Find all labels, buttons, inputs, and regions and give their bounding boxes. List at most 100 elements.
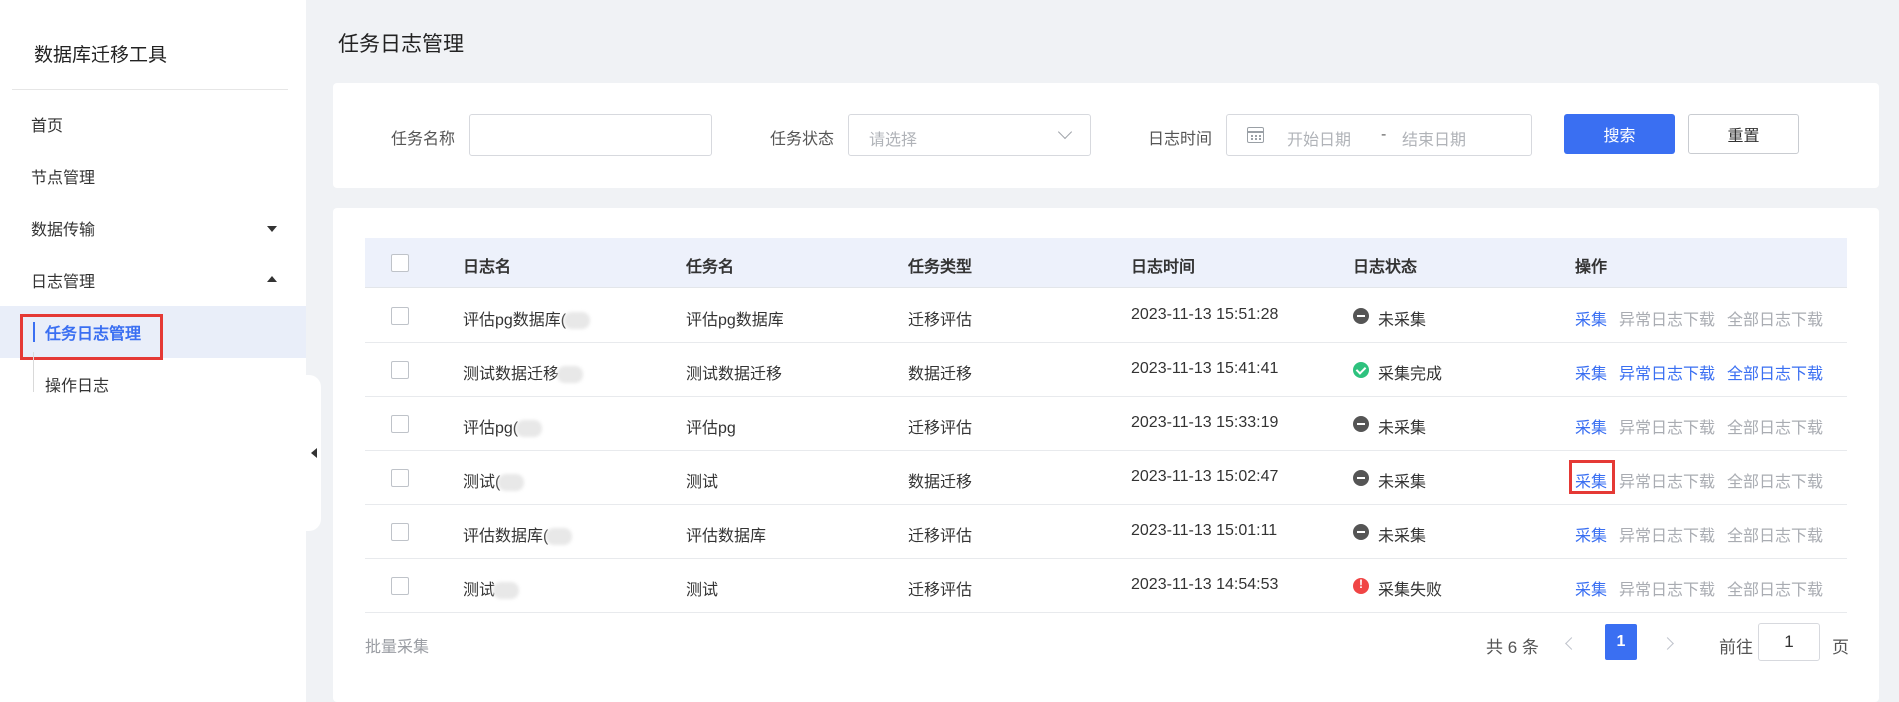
- collect-link[interactable]: 采集: [1575, 360, 1607, 384]
- header-log-name: 日志名: [463, 259, 512, 276]
- log-name-text: 测试数据迁移: [463, 366, 560, 383]
- collect-link[interactable]: 采集: [1575, 522, 1607, 546]
- status-pending-icon: [1353, 470, 1369, 486]
- all-log-download-link[interactable]: 全部日志下载: [1727, 576, 1823, 600]
- cell-log-status: 未采集: [1378, 312, 1427, 329]
- cell-log-time: 2023-11-13 15:51:28: [1131, 306, 1279, 323]
- cell-task-type: 迁移评估: [908, 582, 973, 599]
- end-date-input[interactable]: 结束日期: [1402, 126, 1466, 150]
- row-checkbox[interactable]: [391, 415, 409, 433]
- cell-log-status: 未采集: [1378, 528, 1427, 545]
- cell-log-name: 测试: [463, 576, 520, 600]
- sidebar-item-label: 首页: [31, 118, 64, 135]
- sidebar-item-log-management[interactable]: 日志管理: [0, 254, 306, 306]
- row-checkbox[interactable]: [391, 469, 409, 487]
- page-number-current[interactable]: 1: [1605, 624, 1637, 660]
- goto-page-input[interactable]: 1: [1758, 623, 1820, 661]
- cell-task-name: 测试: [686, 474, 719, 491]
- sidebar-item-home[interactable]: 首页: [0, 98, 306, 150]
- sidebar: 数据库迁移工具 首页 节点管理 数据传输 日志管理 任务日志管理 操作日志: [0, 0, 306, 702]
- cell-log-status: 未采集: [1378, 474, 1427, 491]
- log-name-text: 评估pg数据库(: [463, 312, 567, 329]
- cell-task-name: 评估pg数据库: [686, 312, 784, 329]
- error-log-download-link[interactable]: 异常日志下载: [1619, 414, 1715, 438]
- sidebar-item-label: 操作日志: [45, 378, 110, 395]
- cell-log-time: 2023-11-13 15:41:41: [1131, 360, 1279, 377]
- goto-label: 前往: [1719, 638, 1753, 657]
- redacted-text: [493, 582, 520, 600]
- search-button[interactable]: 搜索: [1564, 114, 1675, 154]
- collapse-left-icon: [311, 448, 317, 458]
- log-name-text: 测试(: [463, 474, 501, 491]
- error-log-download-link[interactable]: 异常日志下载: [1619, 522, 1715, 546]
- reset-button[interactable]: 重置: [1688, 114, 1799, 154]
- collect-link[interactable]: 采集: [1575, 414, 1607, 438]
- cell-log-time: 2023-11-13 14:54:53: [1131, 576, 1279, 593]
- chevron-down-icon: [1057, 124, 1073, 140]
- sidebar-item-nodes[interactable]: 节点管理: [0, 150, 306, 202]
- cell-task-name: 测试: [686, 582, 719, 599]
- sidebar-divider: [12, 89, 288, 90]
- error-log-download-link[interactable]: 异常日志下载: [1619, 360, 1715, 384]
- redacted-text: [546, 528, 573, 546]
- all-log-download-link[interactable]: 全部日志下载: [1727, 414, 1823, 438]
- table-row: 评估数据库(评估数据库 迁移评估 2023-11-13 15:01:11 未采集 采集异…: [365, 505, 1847, 559]
- next-page-icon[interactable]: [1658, 632, 1682, 656]
- all-log-download-link[interactable]: 全部日志下载: [1727, 468, 1823, 492]
- row-checkbox[interactable]: [391, 307, 409, 325]
- task-status-select[interactable]: 请选择: [848, 114, 1091, 156]
- cell-task-type: 数据迁移: [908, 366, 973, 383]
- cell-task-type: 迁移评估: [908, 312, 973, 329]
- log-name-text: 评估数据库(: [463, 528, 549, 545]
- task-status-label: 任务状态: [770, 131, 835, 148]
- row-checkbox[interactable]: [391, 577, 409, 595]
- cell-task-type: 迁移评估: [908, 528, 973, 545]
- row-checkbox[interactable]: [391, 361, 409, 379]
- start-date-input[interactable]: 开始日期: [1287, 126, 1351, 150]
- table-row: 评估pg数据库( 评估pg数据库 迁移评估 2023-11-13 15:51:28 未采…: [365, 289, 1847, 343]
- prev-page-icon[interactable]: [1559, 632, 1583, 656]
- status-fail-icon: [1353, 577, 1369, 594]
- task-name-input[interactable]: [469, 114, 712, 156]
- collect-link[interactable]: 采集: [1575, 306, 1607, 330]
- error-log-download-link[interactable]: 异常日志下载: [1619, 576, 1715, 600]
- table-row: 测试数据迁移 测试数据迁移 数据迁移 2023-11-13 15:41:41 采集完成 采…: [365, 343, 1847, 397]
- calendar-icon: [1247, 127, 1264, 143]
- table-row: 测试 测试 迁移评估 2023-11-13 14:54:53 采集失败 采集异常日志下载全…: [365, 559, 1847, 613]
- table-row: 测试(测试 数据迁移 2023-11-13 15:02:47 未采集 采集 异常日志下载全…: [365, 451, 1847, 505]
- status-pending-icon: [1353, 524, 1369, 540]
- header-log-time: 日志时间: [1131, 259, 1196, 276]
- caret-down-icon: [267, 226, 277, 232]
- all-log-download-link[interactable]: 全部日志下载: [1727, 522, 1823, 546]
- app-title: 数据库迁移工具: [34, 45, 168, 66]
- cell-task-name: 测试数据迁移: [686, 366, 783, 383]
- sidebar-collapse-toggle[interactable]: [297, 375, 321, 531]
- header-log-status: 日志状态: [1353, 259, 1418, 276]
- total-count: 共 6 条: [1486, 638, 1539, 657]
- sidebar-item-operation-log[interactable]: 操作日志: [0, 358, 306, 410]
- task-status-placeholder: 请选择: [869, 132, 918, 149]
- status-pending-icon: [1353, 308, 1369, 324]
- cell-log-name: 测试(: [463, 468, 525, 492]
- all-log-download-link[interactable]: 全部日志下载: [1727, 306, 1823, 330]
- batch-collect-button[interactable]: 批量采集: [365, 633, 429, 657]
- select-all-checkbox[interactable]: [391, 254, 409, 272]
- cell-log-name: 评估pg数据库(: [463, 306, 591, 330]
- cell-log-time: 2023-11-13 15:33:19: [1131, 414, 1279, 431]
- cell-log-status: 未采集: [1378, 420, 1427, 437]
- redacted-text: [564, 312, 591, 330]
- log-time-label: 日志时间: [1148, 131, 1213, 148]
- sidebar-item-data-transfer[interactable]: 数据传输: [0, 202, 306, 254]
- log-time-range-picker[interactable]: 开始日期 - 结束日期: [1226, 114, 1532, 156]
- collect-link[interactable]: 采集: [1575, 576, 1607, 600]
- error-log-download-link[interactable]: 异常日志下载: [1619, 468, 1715, 492]
- sidebar-item-task-log[interactable]: 任务日志管理: [0, 306, 306, 360]
- row-checkbox[interactable]: [391, 523, 409, 541]
- error-log-download-link[interactable]: 异常日志下载: [1619, 306, 1715, 330]
- page-unit: 页: [1832, 638, 1849, 657]
- all-log-download-link[interactable]: 全部日志下载: [1727, 360, 1823, 384]
- cell-log-name: 测试数据迁移: [463, 360, 584, 384]
- cell-log-status: 采集失败: [1378, 582, 1443, 599]
- redacted-text: [498, 474, 525, 492]
- table-header: 日志名 任务名 任务类型 日志时间 日志状态 操作: [365, 238, 1847, 288]
